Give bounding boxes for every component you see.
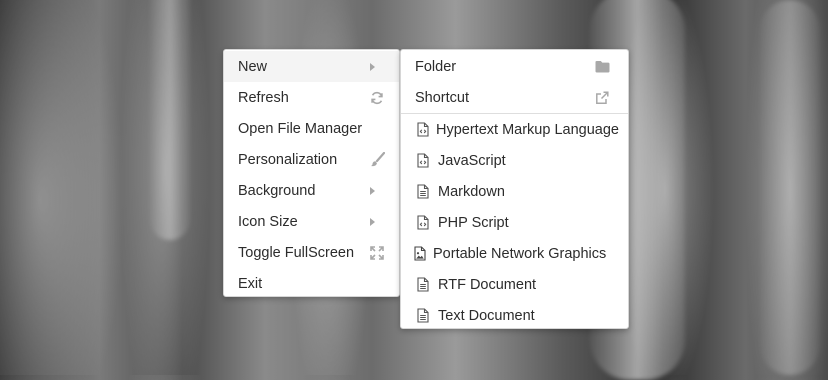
submenu-item-png[interactable]: Portable Network Graphics [401,238,628,269]
submenu-item-markdown[interactable]: Markdown [401,176,628,207]
menu-item-toggle-fullscreen[interactable]: Toggle FullScreen [224,237,399,268]
submenu-item-shortcut[interactable]: Shortcut [401,82,628,113]
submenu-item-php-script[interactable]: PHP Script [401,207,628,238]
submenu-item-label: Portable Network Graphics [433,245,607,262]
menu-item-open-file-manager[interactable]: Open File Manager [224,113,399,144]
submenu-item-label: JavaScript [438,152,506,169]
submenu-item-label: Folder [415,58,457,75]
chevron-right-icon [370,217,375,226]
image-file-icon [414,246,428,261]
fullscreen-icon [369,245,385,261]
submenu-item-label: Shortcut [415,89,469,106]
menu-item-refresh[interactable]: Refresh [224,82,399,113]
menu-item-label: Open File Manager [238,120,363,137]
menu-item-icon-size[interactable]: Icon Size [224,206,399,237]
menu-item-background[interactable]: Background [224,175,399,206]
submenu-item-label: Markdown [438,183,505,200]
external-link-icon [594,90,610,106]
text-file-icon [417,277,431,292]
menu-item-label: New [238,58,268,75]
code-file-icon [417,153,431,168]
text-file-icon [417,184,431,199]
code-file-icon [417,122,429,137]
background-ice-highlight [150,0,190,240]
submenu-item-label: Text Document [438,307,535,324]
menu-item-label: Personalization [238,151,338,168]
menu-item-exit[interactable]: Exit [224,268,399,299]
submenu-item-javascript[interactable]: JavaScript [401,145,628,176]
menu-item-label: Refresh [238,89,289,106]
folder-icon [594,59,610,75]
chevron-right-icon [370,186,375,195]
submenu-item-text-document[interactable]: Text Document [401,300,628,331]
desktop-context-menu: New Refresh Open File Manager Personaliz… [223,49,400,297]
submenu-item-html[interactable]: Hypertext Markup Language [401,114,628,145]
menu-item-new[interactable]: New [224,51,399,82]
submenu-item-folder[interactable]: Folder [401,51,628,82]
menu-item-personalization[interactable]: Personalization [224,144,399,175]
submenu-item-label: PHP Script [438,214,509,231]
chevron-right-icon [370,62,375,71]
submenu-item-label: RTF Document [438,276,537,293]
paintbrush-icon [369,152,385,168]
submenu-item-label: Hypertext Markup Language [436,121,619,138]
text-file-icon [417,308,431,323]
code-file-icon [417,215,431,230]
menu-item-label: Background [238,182,316,199]
menu-item-label: Toggle FullScreen [238,244,355,261]
refresh-icon [369,90,385,106]
menu-item-label: Exit [238,275,263,292]
submenu-item-rtf-document[interactable]: RTF Document [401,269,628,300]
menu-item-label: Icon Size [238,213,298,230]
new-submenu: Folder Shortcut Hypertext Markup Languag… [400,49,629,329]
background-ice-highlight [760,0,820,375]
